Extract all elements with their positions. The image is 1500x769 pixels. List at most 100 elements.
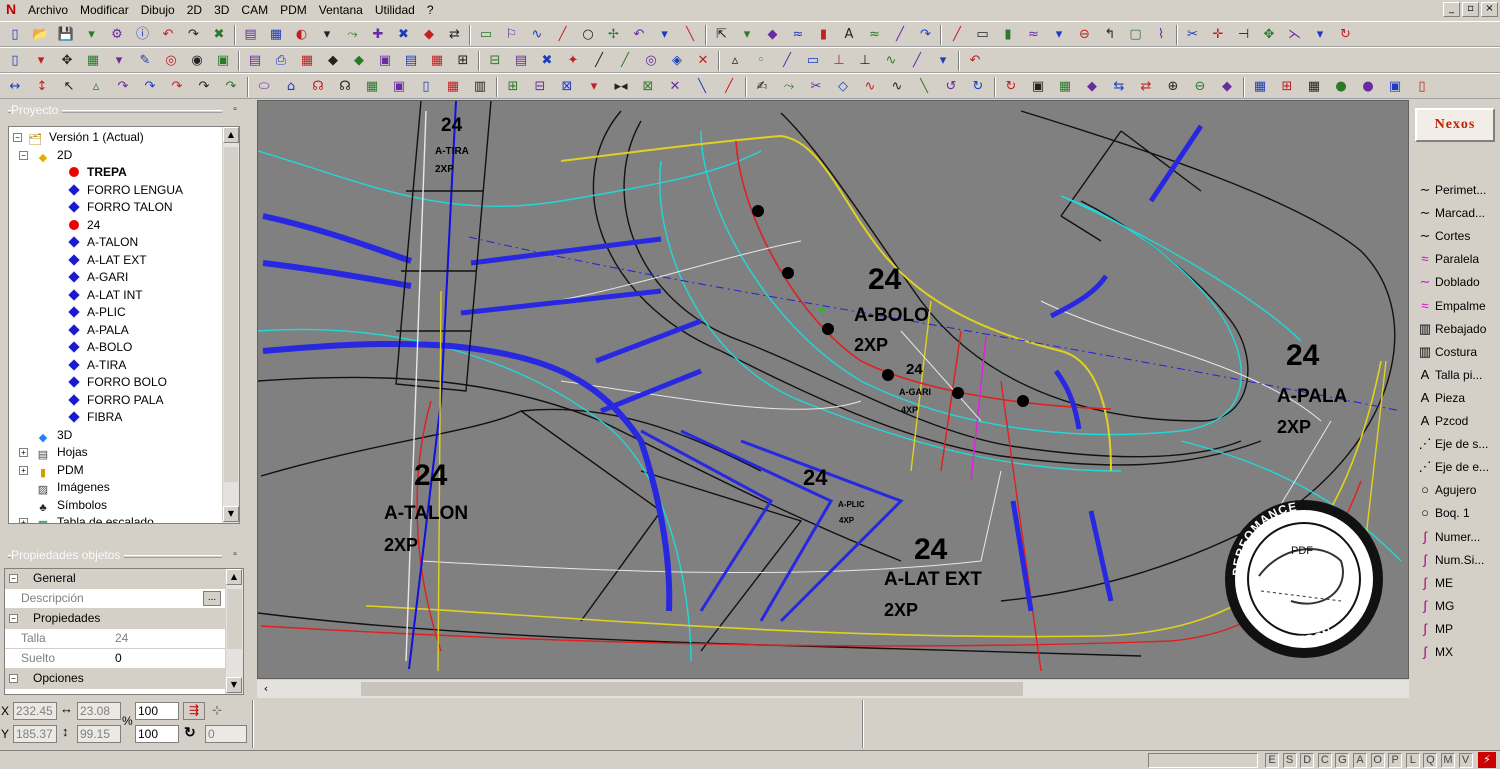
collapse-icon[interactable]: − (9, 674, 18, 683)
toolbar-tool-icon[interactable]: ⓘ (134, 26, 152, 43)
mode-flag-e[interactable]: E (1265, 753, 1279, 768)
tool-button[interactable]: ∼ Doblado (1415, 272, 1499, 295)
drawing-canvas[interactable]: 24 A-TIRA 2XP 24 A-BOLO 2XP 24 A-GARI 4X… (257, 100, 1409, 679)
menu-cam[interactable]: CAM (235, 1, 274, 19)
toolbar-tool-icon[interactable]: A (840, 26, 858, 43)
toolbar-tool-icon[interactable]: ✕ (694, 52, 712, 69)
mode-flag-q[interactable]: Q (1423, 753, 1438, 768)
tree-item[interactable]: A-GARI (68, 269, 128, 286)
toolbar-tool-icon[interactable]: ╲ (681, 26, 699, 43)
toolbar-tool-icon[interactable]: ╱ (554, 26, 572, 43)
toolbar-tool-icon[interactable]: ≈ (789, 26, 807, 43)
toolbar-tool-icon[interactable]: ⇆ (1110, 78, 1128, 95)
menu-modificar[interactable]: Modificar (74, 1, 135, 19)
tool-button[interactable]: A Pieza (1415, 388, 1499, 411)
toolbar-tool-icon[interactable]: ↻ (1002, 78, 1020, 95)
toolbar-tool-icon[interactable]: ▭ (804, 52, 822, 69)
toolbar-tool-icon[interactable]: ▾ (738, 26, 756, 43)
expand-icon[interactable]: + (19, 518, 28, 523)
toolbar-tool-icon[interactable]: 💾 (57, 26, 75, 43)
toolbar-tool-icon[interactable]: ↷ (114, 78, 132, 95)
mode-flag-d[interactable]: D (1300, 753, 1315, 768)
canvas-horizontal-scrollbar[interactable]: ‹ (257, 680, 1409, 698)
tree-item[interactable]: FIBRA (68, 409, 122, 426)
pin-icon[interactable]: ▫ (229, 549, 241, 561)
toolbar-tool-icon[interactable]: ✖ (538, 52, 556, 69)
scroll-down-icon[interactable]: ▼ (226, 677, 242, 693)
toolbar-tool-icon[interactable]: ▾ (934, 52, 952, 69)
toolbar-tool-icon[interactable]: ▾ (656, 26, 674, 43)
toolbar-tool-icon[interactable]: ↶ (966, 52, 984, 69)
tool-button[interactable]: ∫ ME (1415, 573, 1499, 596)
toolbar-tool-icon[interactable]: ▦ (363, 78, 381, 95)
tool-button[interactable]: ∫ Numer... (1415, 527, 1499, 550)
tree-item[interactable]: ▨ Imágenes (35, 479, 110, 496)
toolbar-tool-icon[interactable]: ▯ (6, 26, 24, 43)
tree-item[interactable]: FORRO PALA (68, 392, 163, 409)
toolbar-tool-icon[interactable]: ✚ (369, 26, 387, 43)
scale-x-field[interactable]: 100 (135, 702, 179, 720)
toolbar-tool-icon[interactable]: ▢ (1127, 26, 1145, 43)
toolbar-tool-icon[interactable]: ▦ (1305, 78, 1323, 95)
toolbar-tool-icon[interactable]: ✍ (753, 78, 771, 95)
toolbar-tool-icon[interactable]: ↔ (6, 78, 24, 95)
toolbar-tool-icon[interactable]: ▤ (402, 52, 420, 69)
tool-button[interactable]: ≈ Paralela (1415, 249, 1499, 272)
tool-button[interactable]: ∼ Perimet... (1415, 180, 1499, 203)
toolbar-tool-icon[interactable]: ▣ (1386, 78, 1404, 95)
mode-flag-p[interactable]: P (1388, 753, 1403, 768)
tool-button[interactable]: A Pzcod (1415, 411, 1499, 434)
toolbar-tool-icon[interactable]: ▵ (87, 78, 105, 95)
toolbar-tool-icon[interactable]: ▦ (267, 26, 285, 43)
toolbar-tool-icon[interactable]: ◉ (188, 52, 206, 69)
collapse-icon[interactable]: − (9, 614, 18, 623)
toolbar-tool-icon[interactable]: ⋋ (1286, 26, 1304, 43)
tree-item[interactable]: − 🗂 Versión 1 (Actual) (13, 129, 144, 146)
toolbar-tool-icon[interactable]: ◆ (1083, 78, 1101, 95)
toolbar-tool-icon[interactable]: ▯ (6, 52, 24, 69)
toolbar-tool-icon[interactable]: ⊥ (856, 52, 874, 69)
toolbar-tool-icon[interactable]: ▭ (974, 26, 992, 43)
toolbar-tool-icon[interactable]: ✥ (58, 52, 76, 69)
toolbar-tool-icon[interactable]: ▾ (318, 26, 336, 43)
toolbar-tool-icon[interactable]: ▭ (477, 26, 495, 43)
toolbar-tool-icon[interactable]: ● (1332, 78, 1350, 95)
toolbar-tool-icon[interactable]: ╲ (915, 78, 933, 95)
snap-icon[interactable]: ⚡ (1478, 752, 1496, 768)
toolbar-tool-icon[interactable]: ⊟ (531, 78, 549, 95)
scroll-thumb[interactable] (361, 682, 1023, 696)
toolbar-tool-icon[interactable]: ∿ (861, 78, 879, 95)
toolbar-tool-icon[interactable]: ▾ (585, 78, 603, 95)
height-field[interactable]: 99.15 (77, 725, 121, 743)
toolbar-tool-icon[interactable]: ↶ (630, 26, 648, 43)
toolbar-tool-icon[interactable]: ⌇ (1152, 26, 1170, 43)
toolbar-tool-icon[interactable]: ⊕ (1164, 78, 1182, 95)
toolbar-tool-icon[interactable]: ▯ (417, 78, 435, 95)
tool-button[interactable]: ▥ Rebajado (1415, 319, 1499, 342)
toolbar-tool-icon[interactable]: ▤ (242, 26, 260, 43)
mode-flag-v[interactable]: V (1458, 753, 1473, 768)
toolbar-tool-icon[interactable]: ⊞ (454, 52, 472, 69)
toolbar-tool-icon[interactable]: ↰ (1101, 26, 1119, 43)
tree-item[interactable]: FORRO BOLO (68, 374, 167, 391)
tree-item[interactable]: + ▦ Tabla de escalado (19, 514, 154, 523)
menu-ventana[interactable]: Ventana (313, 1, 369, 19)
prop-section[interactable]: − Propiedades (5, 609, 227, 629)
tool-button[interactable]: ∫ MP (1415, 619, 1499, 642)
collapse-icon[interactable]: − (9, 574, 18, 583)
menu-2d[interactable]: 2D (181, 1, 208, 19)
toolbar-tool-icon[interactable]: ⊖ (1191, 78, 1209, 95)
tool-button[interactable]: ≈ Empalme (1415, 296, 1499, 319)
cad-drawing[interactable]: 24 A-TIRA 2XP 24 A-BOLO 2XP 24 A-GARI 4X… (258, 101, 1409, 679)
toolbar-tool-icon[interactable]: ⊥ (830, 52, 848, 69)
toolbar-tool-icon[interactable]: ∿ (528, 26, 546, 43)
toolbar-tool-icon[interactable]: ⇱ (713, 26, 731, 43)
tree-item[interactable]: FORRO LENGUA (68, 182, 183, 199)
ellipsis-button[interactable]: ... (203, 591, 221, 606)
scroll-thumb[interactable] (227, 589, 242, 649)
toolbar-tool-icon[interactable]: ▾ (32, 52, 50, 69)
toolbar-tool-icon[interactable]: ↖ (60, 78, 78, 95)
toolbar-tool-icon[interactable]: ↶ (159, 26, 177, 43)
mode-flag-m[interactable]: M (1441, 753, 1455, 768)
toolbar-tool-icon[interactable]: ⤳ (344, 26, 362, 43)
